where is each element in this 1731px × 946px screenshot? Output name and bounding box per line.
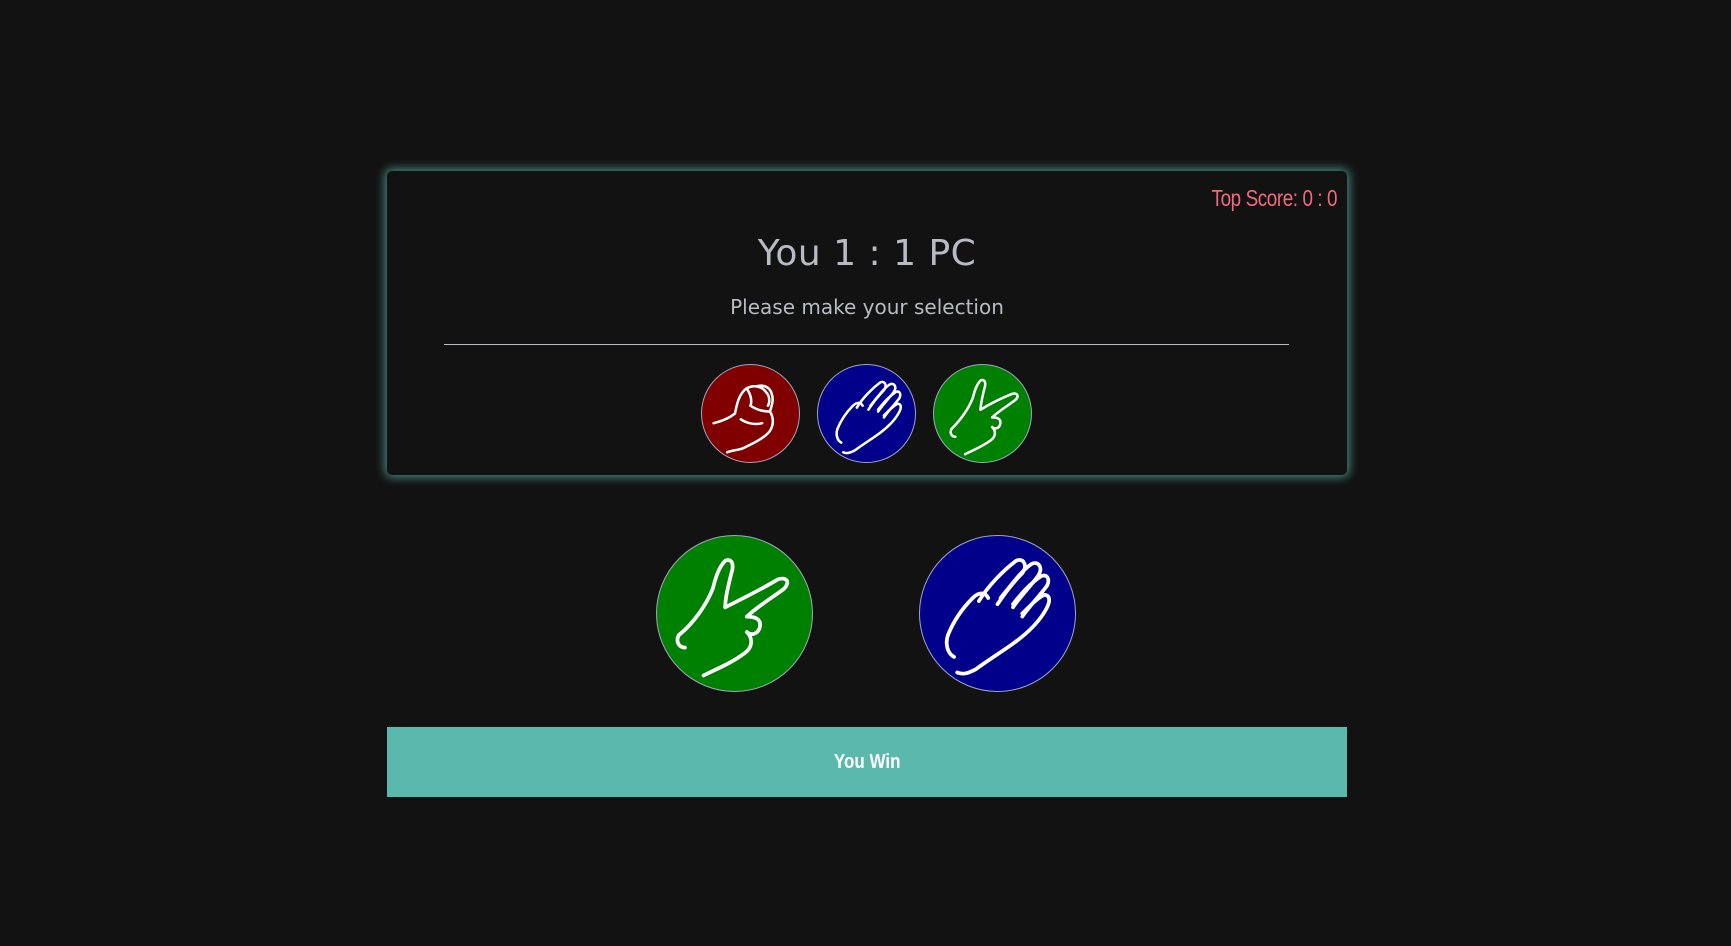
top-score: Top Score: 0 : 0	[1211, 185, 1337, 211]
scissors-button[interactable]	[933, 364, 1032, 463]
game-page: Top Score: 0 : 0 You 1 : 1 PC Please mak…	[0, 0, 1731, 946]
player-hand	[656, 535, 813, 692]
rock-fist-icon	[712, 384, 775, 454]
scissors-hand-icon	[675, 558, 790, 678]
result-banner: You Win	[387, 727, 1347, 797]
scissors-hand-icon	[949, 378, 1019, 456]
divider	[444, 344, 1289, 345]
result-text: You Win	[833, 750, 901, 773]
rock-button[interactable]	[701, 364, 800, 463]
choice-buttons	[387, 364, 1347, 465]
pc-hand	[919, 535, 1076, 692]
game-card: Top Score: 0 : 0 You 1 : 1 PC Please mak…	[387, 171, 1347, 475]
scoreline: You 1 : 1 PC	[757, 233, 977, 274]
selection-prompt: Please make your selection	[730, 295, 1004, 319]
paper-button[interactable]	[817, 364, 916, 463]
paper-hand-icon	[835, 380, 903, 455]
paper-hand-icon	[944, 558, 1051, 676]
